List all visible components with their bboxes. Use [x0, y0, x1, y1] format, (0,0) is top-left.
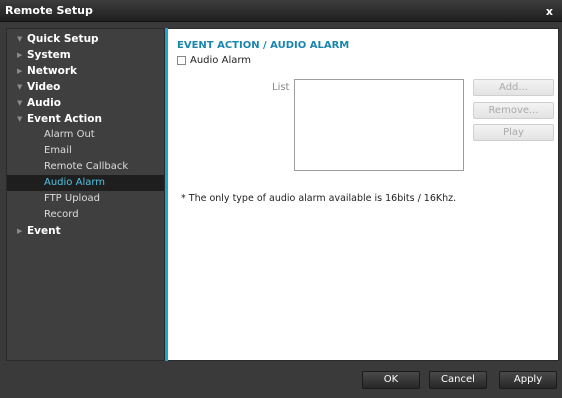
sidebar-item-event-action[interactable]: ▼ Event Action: [7, 111, 164, 127]
sidebar-item-network[interactable]: ▶ Network: [7, 63, 164, 79]
sidebar-item-video[interactable]: ▼ Video: [7, 79, 164, 95]
play-button[interactable]: Play: [473, 124, 554, 141]
sidebar-item-alarm-out[interactable]: Alarm Out: [7, 127, 164, 143]
sidebar-item-label: Quick Setup: [27, 33, 99, 45]
collapsed-arrow-icon: ▶: [17, 51, 23, 59]
dialog-footer: OK Cancel Apply: [0, 361, 562, 398]
sidebar-item-label: Email: [44, 145, 72, 156]
sidebar-item-system[interactable]: ▶ System: [7, 47, 164, 63]
expanded-arrow-icon: ▼: [17, 83, 23, 91]
sidebar-nav: ▼ Quick Setup ▶ System ▶ Network ▼ Video…: [6, 28, 165, 361]
sidebar-item-label: System: [27, 49, 71, 61]
sidebar-item-record[interactable]: Record: [7, 207, 164, 223]
sidebar-item-audio[interactable]: ▼ Audio: [7, 95, 164, 111]
remove-button[interactable]: Remove...: [473, 102, 554, 119]
format-note: * The only type of audio alarm available…: [181, 193, 457, 204]
sidebar-item-event[interactable]: ▶ Event: [7, 223, 164, 239]
add-button[interactable]: Add...: [473, 79, 554, 96]
sidebar-item-email[interactable]: Email: [7, 143, 164, 159]
expanded-arrow-icon: ▼: [17, 99, 23, 107]
expanded-arrow-icon: ▼: [17, 115, 23, 123]
sidebar-item-label: FTP Upload: [44, 193, 100, 204]
sidebar-item-label: Event Action: [27, 113, 102, 125]
page-title: EVENT ACTION / AUDIO ALARM: [177, 40, 350, 51]
close-icon[interactable]: x: [546, 5, 553, 18]
list-label: List: [272, 82, 290, 93]
sidebar-item-label: Record: [44, 209, 79, 220]
window-title: Remote Setup: [5, 4, 93, 17]
apply-button[interactable]: Apply: [499, 371, 557, 389]
settings-panel: EVENT ACTION / AUDIO ALARM Audio Alarm L…: [168, 28, 559, 361]
sidebar-item-audio-alarm[interactable]: Audio Alarm: [7, 175, 164, 191]
audio-file-listbox[interactable]: [294, 79, 464, 171]
sidebar-item-quick-setup[interactable]: ▼ Quick Setup: [7, 31, 164, 47]
sidebar-item-label: Audio: [27, 97, 61, 109]
sidebar-item-label: Event: [27, 225, 61, 237]
collapsed-arrow-icon: ▶: [17, 227, 23, 235]
sidebar-item-label: Network: [27, 65, 78, 77]
sidebar-item-label: Remote Callback: [44, 161, 129, 172]
ok-button[interactable]: OK: [362, 371, 420, 389]
sidebar-item-label: Video: [27, 81, 61, 93]
sidebar-item-remote-callback[interactable]: Remote Callback: [7, 159, 164, 175]
audio-alarm-checkbox-label[interactable]: Audio Alarm: [190, 55, 251, 66]
cancel-button[interactable]: Cancel: [429, 371, 487, 389]
sidebar-item-label: Audio Alarm: [44, 177, 106, 188]
title-bar: Remote Setup x: [0, 0, 562, 22]
sidebar-item-label: Alarm Out: [44, 129, 95, 140]
expanded-arrow-icon: ▼: [17, 35, 23, 43]
audio-alarm-checkbox[interactable]: [177, 56, 186, 65]
sidebar-item-ftp-upload[interactable]: FTP Upload: [7, 191, 164, 207]
collapsed-arrow-icon: ▶: [17, 67, 23, 75]
